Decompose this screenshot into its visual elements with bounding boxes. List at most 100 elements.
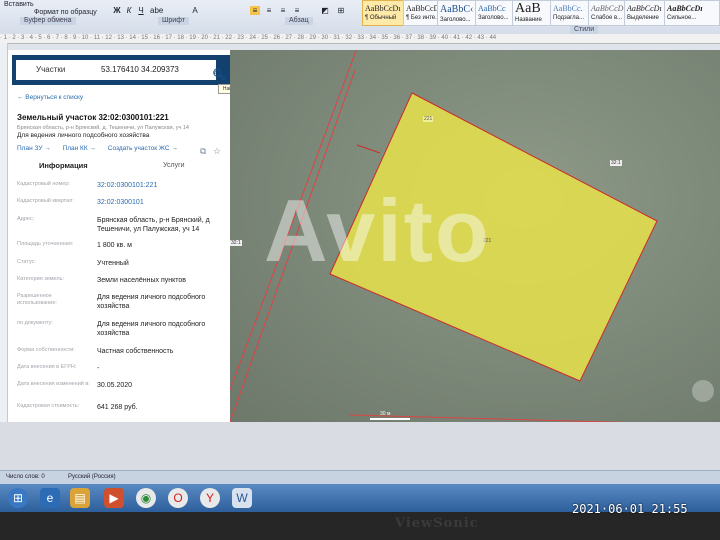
style-name: Сильное... [667, 15, 697, 21]
style-name: Подзагла... [553, 15, 585, 21]
row-label: Статус: [17, 259, 36, 265]
style-sample: AaBbCc [478, 4, 506, 13]
info-tabs: Информация Услуги [17, 161, 217, 173]
map-view[interactable]: 221 221 32:1 32:1 Avito 30 м [230, 50, 720, 422]
back-to-list-link[interactable]: ← Вернуться к списку [17, 94, 83, 101]
screen: Вставить Формат по образцу Ж К Ч abe A ≡… [0, 0, 720, 512]
row-label: Форма собственности: [17, 347, 75, 353]
style-subtitle[interactable]: AaBbCc. Подзагла... [550, 0, 592, 26]
paragraph-group-label: Абзац [285, 17, 313, 25]
bold-icon[interactable]: Ж [112, 6, 122, 15]
monitor-brand: ViewSonic [395, 516, 479, 531]
boundary-line [356, 144, 381, 154]
justify-icon[interactable]: ≡ [292, 6, 302, 15]
row-value: Брянская область, р-н Брянский, д Тешени… [97, 217, 210, 233]
scale-bar [370, 418, 410, 420]
row-value: 1 800 кв. м [97, 242, 132, 249]
start-icon[interactable]: ⊞ [8, 488, 28, 508]
underline-icon[interactable]: Ч [136, 6, 146, 15]
row-label: Кадастровый номер: [17, 181, 70, 187]
media-player-icon[interactable]: ▶ [104, 488, 124, 508]
create-parcel-link[interactable]: Создать участок ЖС → [108, 145, 178, 152]
row-value: Частная собственность [97, 348, 174, 355]
row-value: Земли населённых пунктов [97, 277, 187, 284]
document-area [0, 422, 720, 470]
style-sample: AaBbCc. [553, 4, 583, 13]
search-input[interactable]: 53.176410 34.209373 [101, 65, 179, 74]
style-heading-1[interactable]: AaBbC‹ Заголово... [437, 0, 479, 26]
parcel-info-panel: Участки 53.176410 34.209373 🔍︎ ← Вернуть… [8, 50, 230, 474]
borders-icon[interactable]: ⊞ [336, 6, 346, 15]
row-label: Дата внесения в ЕГРН: [17, 364, 77, 370]
row-value: Для ведения личного подсобного хозяйства [97, 294, 206, 310]
word-status-bar: Число слов: 0 Русский (Россия) [0, 470, 720, 485]
italic-icon[interactable]: К [124, 6, 134, 15]
tab-information[interactable]: Информация [39, 161, 88, 170]
search-type-select[interactable]: Участки [36, 65, 65, 74]
row-value: Учтенный [97, 260, 129, 267]
copy-icon[interactable]: ⧉ [200, 146, 206, 157]
row-label: Разрешенное использование: [17, 293, 57, 306]
word-count[interactable]: Число слов: 0 [6, 474, 45, 480]
align-right-icon[interactable]: ≡ [278, 6, 288, 15]
search-icon[interactable]: 🔍︎ [212, 68, 226, 81]
parcel-title: Земельный участок 32:02:0300101:221 [17, 113, 169, 122]
photo-datestamp: 2021·06·01 21:55 [572, 502, 688, 516]
style-name: ¶ Обычный [365, 15, 397, 21]
tab-services[interactable]: Услуги [163, 162, 185, 169]
style-sample: AaBbC‹ [440, 4, 474, 15]
row-label: по документу: [17, 320, 53, 326]
search-input-box[interactable]: Участки 53.176410 34.209373 [16, 60, 216, 80]
parcel-address-subtitle: Брянская область, р-н Брянский, д. Тешен… [17, 125, 189, 131]
row-value: Для ведения личного подсобного хозяйства [97, 321, 206, 337]
style-sample: AaBbCcDı [627, 4, 662, 13]
word-icon[interactable]: W [232, 488, 252, 508]
style-title[interactable]: AaB Название [512, 0, 554, 26]
folder-icon[interactable]: ▤ [70, 488, 90, 508]
style-sample: AaB [515, 1, 541, 16]
row-label: Категория земель: [17, 276, 65, 282]
neighbor-map-label: 32:1 [610, 160, 622, 166]
opera-icon[interactable]: O [168, 488, 188, 508]
row-label: Кадастровая стоимость: [17, 403, 80, 409]
style-emphasis[interactable]: AaBbCcDı Выделение [624, 0, 666, 26]
language-indicator[interactable]: Русский (Россия) [68, 474, 116, 480]
horizontal-ruler[interactable]: · 1 · 2 · 3 · 4 · 5 · 6 · 7 · 8 · 9 · 10… [0, 34, 720, 44]
plan-zu-link[interactable]: План ЗУ → [17, 145, 51, 152]
style-heading-2[interactable]: AaBbCc Заголово... [475, 0, 517, 26]
avito-watermark: Avito [264, 181, 491, 280]
parcel-purpose: Для ведения личного подсобного хозяйства [17, 132, 150, 139]
row-label: Адрес: [17, 216, 35, 222]
yandex-icon[interactable]: Y [200, 488, 220, 508]
styles-group-label: Стили [570, 26, 599, 34]
style-name: Название [515, 17, 542, 23]
style-normal[interactable]: AaBbCcDı ¶ Обычный [362, 0, 404, 26]
style-name: Заголово... [478, 15, 509, 21]
monitor-bezel: ViewSonic [0, 512, 720, 540]
row-value[interactable]: 32:02:0300101 [97, 198, 225, 207]
paste-button[interactable]: Вставить [4, 1, 34, 8]
row-label: Кадастровый квартал: [17, 198, 74, 204]
font-group-label: Шрифт [158, 17, 190, 25]
shading-icon[interactable]: ◩ [320, 6, 330, 15]
map-control[interactable] [692, 380, 714, 402]
strikethrough-icon[interactable]: abe [150, 6, 163, 15]
font-color-icon[interactable]: A [190, 6, 200, 15]
style-sample: AaBbCcDı [667, 4, 703, 13]
plan-kk-link[interactable]: План КК → [63, 145, 96, 152]
scale-label: 30 м [380, 411, 391, 417]
chrome-icon[interactable]: ◉ [136, 488, 156, 508]
row-value: 641 268 руб. [97, 404, 138, 411]
style-name: Заголово... [440, 17, 471, 23]
word-ribbon: Вставить Формат по образцу Ж К Ч abe A ≡… [0, 0, 720, 35]
format-painter-button[interactable]: Формат по образцу [34, 9, 97, 16]
style-name: Выделение [627, 15, 659, 21]
explorer-icon[interactable]: e [40, 488, 60, 508]
align-left-icon[interactable]: ≡ [250, 6, 260, 15]
row-label: Дата внесения изменений в: [17, 381, 90, 387]
align-center-icon[interactable]: ≡ [264, 6, 274, 15]
row-value: - [97, 365, 100, 372]
star-icon[interactable]: ☆ [213, 146, 221, 157]
row-value[interactable]: 32:02:0300101:221 [97, 181, 225, 190]
style-strong[interactable]: AaBbCcDı Сильное... [664, 0, 720, 26]
